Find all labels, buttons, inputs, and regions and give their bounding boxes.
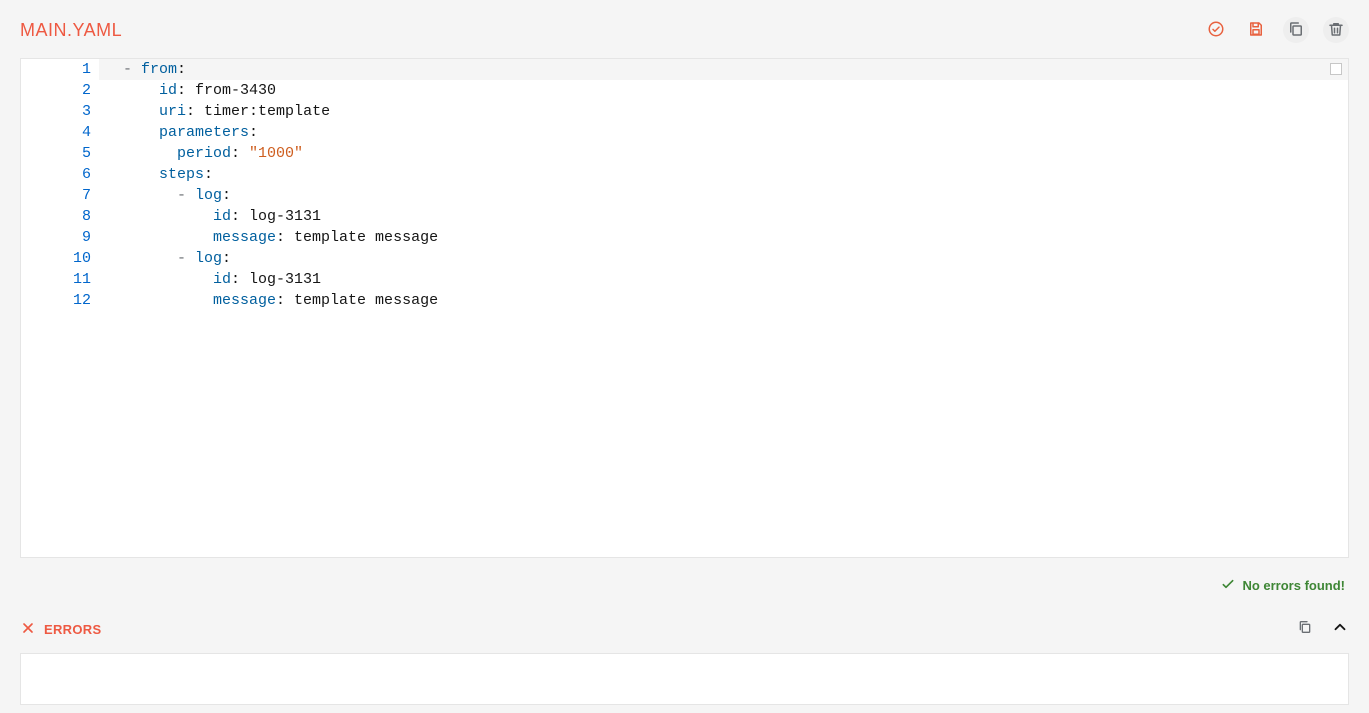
close-icon[interactable]: [20, 620, 36, 639]
code-line[interactable]: - log:: [123, 185, 1348, 206]
code-line[interactable]: id: log-3131: [123, 206, 1348, 227]
header-actions: [1203, 17, 1349, 43]
file-title: MAIN.YAML: [20, 20, 122, 41]
line-number: 3: [21, 101, 99, 122]
line-number-gutter: 123456789101112: [21, 59, 99, 557]
errors-panel-body[interactable]: [20, 653, 1349, 705]
check-circle-icon: [1207, 20, 1225, 41]
line-number: 2: [21, 80, 99, 101]
code-area[interactable]: - from: id: from-3430 uri: timer:templat…: [99, 59, 1348, 557]
code-line[interactable]: id: from-3430: [123, 80, 1348, 101]
line-number: 12: [21, 290, 99, 311]
line-number: 10: [21, 248, 99, 269]
line-number: 4: [21, 122, 99, 143]
validation-status: No errors found!: [20, 558, 1349, 595]
line-number: 11: [21, 269, 99, 290]
copy-button[interactable]: [1283, 17, 1309, 43]
copy-icon: [1287, 20, 1305, 41]
code-editor[interactable]: 123456789101112 - from: id: from-3430 ur…: [20, 58, 1349, 558]
header-bar: MAIN.YAML: [20, 12, 1349, 48]
save-button[interactable]: [1243, 17, 1269, 43]
errors-actions: [1297, 618, 1349, 641]
code-line[interactable]: - log:: [123, 248, 1348, 269]
code-line[interactable]: message: template message: [123, 290, 1348, 311]
errors-panel-header: ERRORS: [20, 617, 1349, 641]
line-number: 7: [21, 185, 99, 206]
errors-collapse-button[interactable]: [1331, 618, 1349, 641]
line-number: 5: [21, 143, 99, 164]
fold-handle[interactable]: [1330, 63, 1342, 75]
trash-icon: [1327, 20, 1345, 41]
code-line[interactable]: - from:: [99, 59, 1348, 80]
line-number: 9: [21, 227, 99, 248]
code-line[interactable]: period: "1000": [123, 143, 1348, 164]
validate-button[interactable]: [1203, 17, 1229, 43]
errors-copy-button[interactable]: [1297, 619, 1313, 640]
validation-status-label: No errors found!: [1242, 578, 1345, 593]
code-line[interactable]: uri: timer:template: [123, 101, 1348, 122]
code-line[interactable]: parameters:: [123, 122, 1348, 143]
code-line[interactable]: id: log-3131: [123, 269, 1348, 290]
save-icon: [1247, 20, 1265, 41]
errors-title-group: ERRORS: [20, 620, 101, 639]
check-icon: [1220, 576, 1236, 595]
delete-button[interactable]: [1323, 17, 1349, 43]
line-number: 6: [21, 164, 99, 185]
code-line[interactable]: message: template message: [123, 227, 1348, 248]
line-number: 8: [21, 206, 99, 227]
errors-title: ERRORS: [44, 622, 101, 637]
code-line[interactable]: steps:: [123, 164, 1348, 185]
line-number: 1: [21, 59, 99, 80]
